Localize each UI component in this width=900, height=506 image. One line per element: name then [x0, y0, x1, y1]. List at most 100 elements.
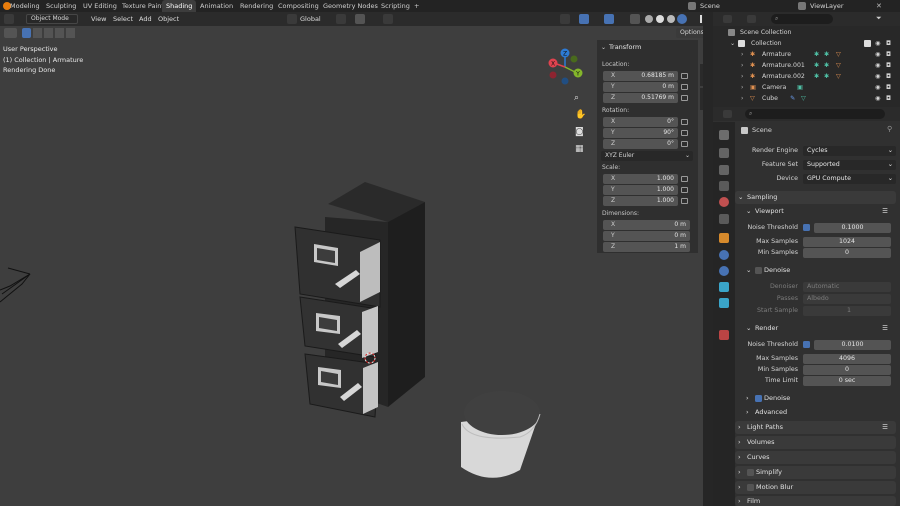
- proportional-edit-icon[interactable]: [383, 14, 393, 24]
- camera-render-icon[interactable]: ◘: [886, 93, 891, 104]
- menu-object[interactable]: Object: [158, 12, 179, 26]
- tab-animation[interactable]: Animation: [196, 0, 237, 12]
- object-tab-icon[interactable]: [719, 233, 729, 243]
- editor-type-icon[interactable]: [4, 14, 14, 24]
- camera-render-icon[interactable]: ◘: [886, 60, 891, 71]
- render-engine-dropdown[interactable]: Cycles ⌄: [803, 146, 896, 156]
- transform-orientation-icon[interactable]: [287, 14, 297, 24]
- rotation-z-field[interactable]: Z 0°: [603, 139, 678, 149]
- render-denoise-checkbox[interactable]: [755, 395, 762, 402]
- particles-tab-icon[interactable]: [719, 266, 729, 276]
- list-menu-icon[interactable]: ☰: [882, 205, 888, 218]
- tab-texture-paint[interactable]: Texture Paint: [118, 0, 168, 12]
- device-dropdown[interactable]: GPU Compute ⌄: [803, 174, 896, 184]
- add-workspace-button[interactable]: +: [410, 0, 423, 12]
- world-tab-icon[interactable]: [719, 214, 729, 224]
- transform-orientation-dropdown[interactable]: Global: [300, 12, 321, 26]
- section-motion-blur[interactable]: › Motion Blur: [735, 481, 896, 494]
- tab-geometry-nodes[interactable]: Geometry Nodes: [319, 0, 382, 12]
- outliner-item-armature[interactable]: › ✱ Armature ✱ ✱ ▽ ◉ ◘: [713, 49, 900, 60]
- constraints-tab-icon[interactable]: [719, 298, 729, 308]
- camera-render-icon[interactable]: ◘: [886, 71, 891, 82]
- motion-blur-checkbox[interactable]: [747, 484, 754, 491]
- eye-icon[interactable]: ◉: [875, 71, 880, 82]
- editor-type-icon[interactable]: [723, 15, 732, 23]
- scale-x-field[interactable]: X 1.000: [603, 174, 678, 184]
- simplify-checkbox[interactable]: [747, 469, 754, 476]
- snap-icon[interactable]: [355, 14, 365, 24]
- lock-icon[interactable]: [681, 187, 688, 193]
- view-layer-name[interactable]: ViewLayer: [810, 0, 844, 12]
- view-layer-tab-icon[interactable]: [719, 181, 729, 191]
- tab-uv-editing[interactable]: UV Editing: [79, 0, 121, 12]
- passes-dropdown[interactable]: Albedo: [803, 294, 891, 304]
- eye-icon[interactable]: ◉: [875, 93, 880, 104]
- section-film[interactable]: › Film: [735, 496, 896, 506]
- render-noise-threshold-checkbox[interactable]: [803, 341, 810, 348]
- camera-render-icon[interactable]: ◘: [886, 82, 891, 93]
- outliner-item-armature-001[interactable]: › ✱ Armature.001 ✱ ✱ ▽ ◉ ◘: [713, 60, 900, 71]
- tab-shading[interactable]: Shading: [162, 0, 197, 12]
- rendered-shading-icon[interactable]: [677, 14, 687, 24]
- wireframe-shading-icon[interactable]: [645, 15, 653, 23]
- navigation-gizmo[interactable]: Z Y X: [544, 46, 586, 88]
- list-menu-icon[interactable]: ☰: [882, 421, 888, 434]
- pivot-point-icon[interactable]: [336, 14, 346, 24]
- camera-render-icon[interactable]: ◘: [886, 38, 891, 49]
- editor-type-icon[interactable]: [723, 110, 732, 118]
- select-tool-icon[interactable]: [4, 28, 17, 38]
- eye-icon[interactable]: ◉: [875, 38, 880, 49]
- section-viewport[interactable]: ⌄ Viewport ☰: [743, 205, 896, 218]
- feature-set-dropdown[interactable]: Supported ⌄: [803, 160, 896, 170]
- panel-collapse-icon[interactable]: ⌄: [601, 44, 606, 51]
- gizmo-toggle-icon[interactable]: [579, 14, 589, 24]
- eye-icon[interactable]: ◉: [875, 82, 880, 93]
- tab-compositing[interactable]: Compositing: [274, 0, 323, 12]
- select-new-icon[interactable]: [22, 28, 31, 38]
- viewport-noise-threshold-field[interactable]: 0.1000: [814, 223, 891, 233]
- physics-tab-icon[interactable]: [719, 282, 729, 292]
- render-tab-icon[interactable]: [719, 148, 729, 158]
- section-render-denoise[interactable]: › Denoise: [743, 392, 896, 405]
- zoom-icon[interactable]: ⌕: [574, 93, 586, 105]
- menu-add[interactable]: Add: [139, 12, 152, 26]
- outliner-collection[interactable]: ⌄ Collection ◉ ◘: [713, 38, 900, 49]
- tool-tab-icon[interactable]: [719, 130, 729, 140]
- lock-icon[interactable]: [681, 141, 688, 147]
- start-sample-field[interactable]: 1: [803, 306, 891, 316]
- material-shading-icon[interactable]: [667, 15, 675, 23]
- rotation-y-field[interactable]: Y 90°: [603, 128, 678, 138]
- visibility-icon[interactable]: [560, 14, 570, 24]
- menu-view[interactable]: View: [91, 12, 106, 26]
- rotation-mode-dropdown[interactable]: XYZ Euler ⌄: [601, 151, 693, 161]
- lock-icon[interactable]: [681, 176, 688, 182]
- eye-icon[interactable]: ◉: [875, 49, 880, 60]
- lock-icon[interactable]: [681, 95, 688, 101]
- lock-icon[interactable]: [681, 130, 688, 136]
- filter-icon[interactable]: ⏷: [876, 14, 882, 23]
- list-menu-icon[interactable]: ☰: [882, 322, 888, 335]
- chevron-down-icon[interactable]: ⌄: [730, 38, 735, 49]
- lock-icon[interactable]: [681, 198, 688, 204]
- camera-render-icon[interactable]: ◘: [886, 49, 891, 60]
- lock-icon[interactable]: [681, 73, 688, 79]
- properties-search-input[interactable]: ⌕: [745, 109, 885, 119]
- outliner-item-cube[interactable]: › ▽ Cube ✎ ▽ ◉ ◘: [713, 93, 900, 104]
- tab-rendering[interactable]: Rendering: [236, 0, 277, 12]
- outliner-item-armature-002[interactable]: › ✱ Armature.002 ✱ ✱ ▽ ◉ ◘: [713, 71, 900, 82]
- close-icon[interactable]: ✕: [876, 0, 882, 12]
- lock-icon[interactable]: [681, 84, 688, 90]
- pause-icon[interactable]: [700, 15, 702, 23]
- area-divider[interactable]: [703, 12, 713, 506]
- rotation-x-field[interactable]: X 0°: [603, 117, 678, 127]
- scale-y-field[interactable]: Y 1.000: [603, 185, 678, 195]
- xray-toggle-icon[interactable]: [630, 14, 640, 24]
- mode-dropdown[interactable]: Object Mode: [26, 14, 78, 24]
- render-max-samples-field[interactable]: 4096: [803, 354, 891, 364]
- chevron-right-icon[interactable]: ›: [741, 93, 743, 104]
- camera-view-icon[interactable]: ◙: [575, 127, 587, 139]
- section-viewport-denoise[interactable]: ⌄ Denoise: [743, 264, 896, 277]
- modifiers-tab-icon[interactable]: [719, 250, 729, 260]
- scene-name[interactable]: Scene: [700, 0, 720, 12]
- section-render[interactable]: ⌄ Render ☰: [743, 322, 896, 335]
